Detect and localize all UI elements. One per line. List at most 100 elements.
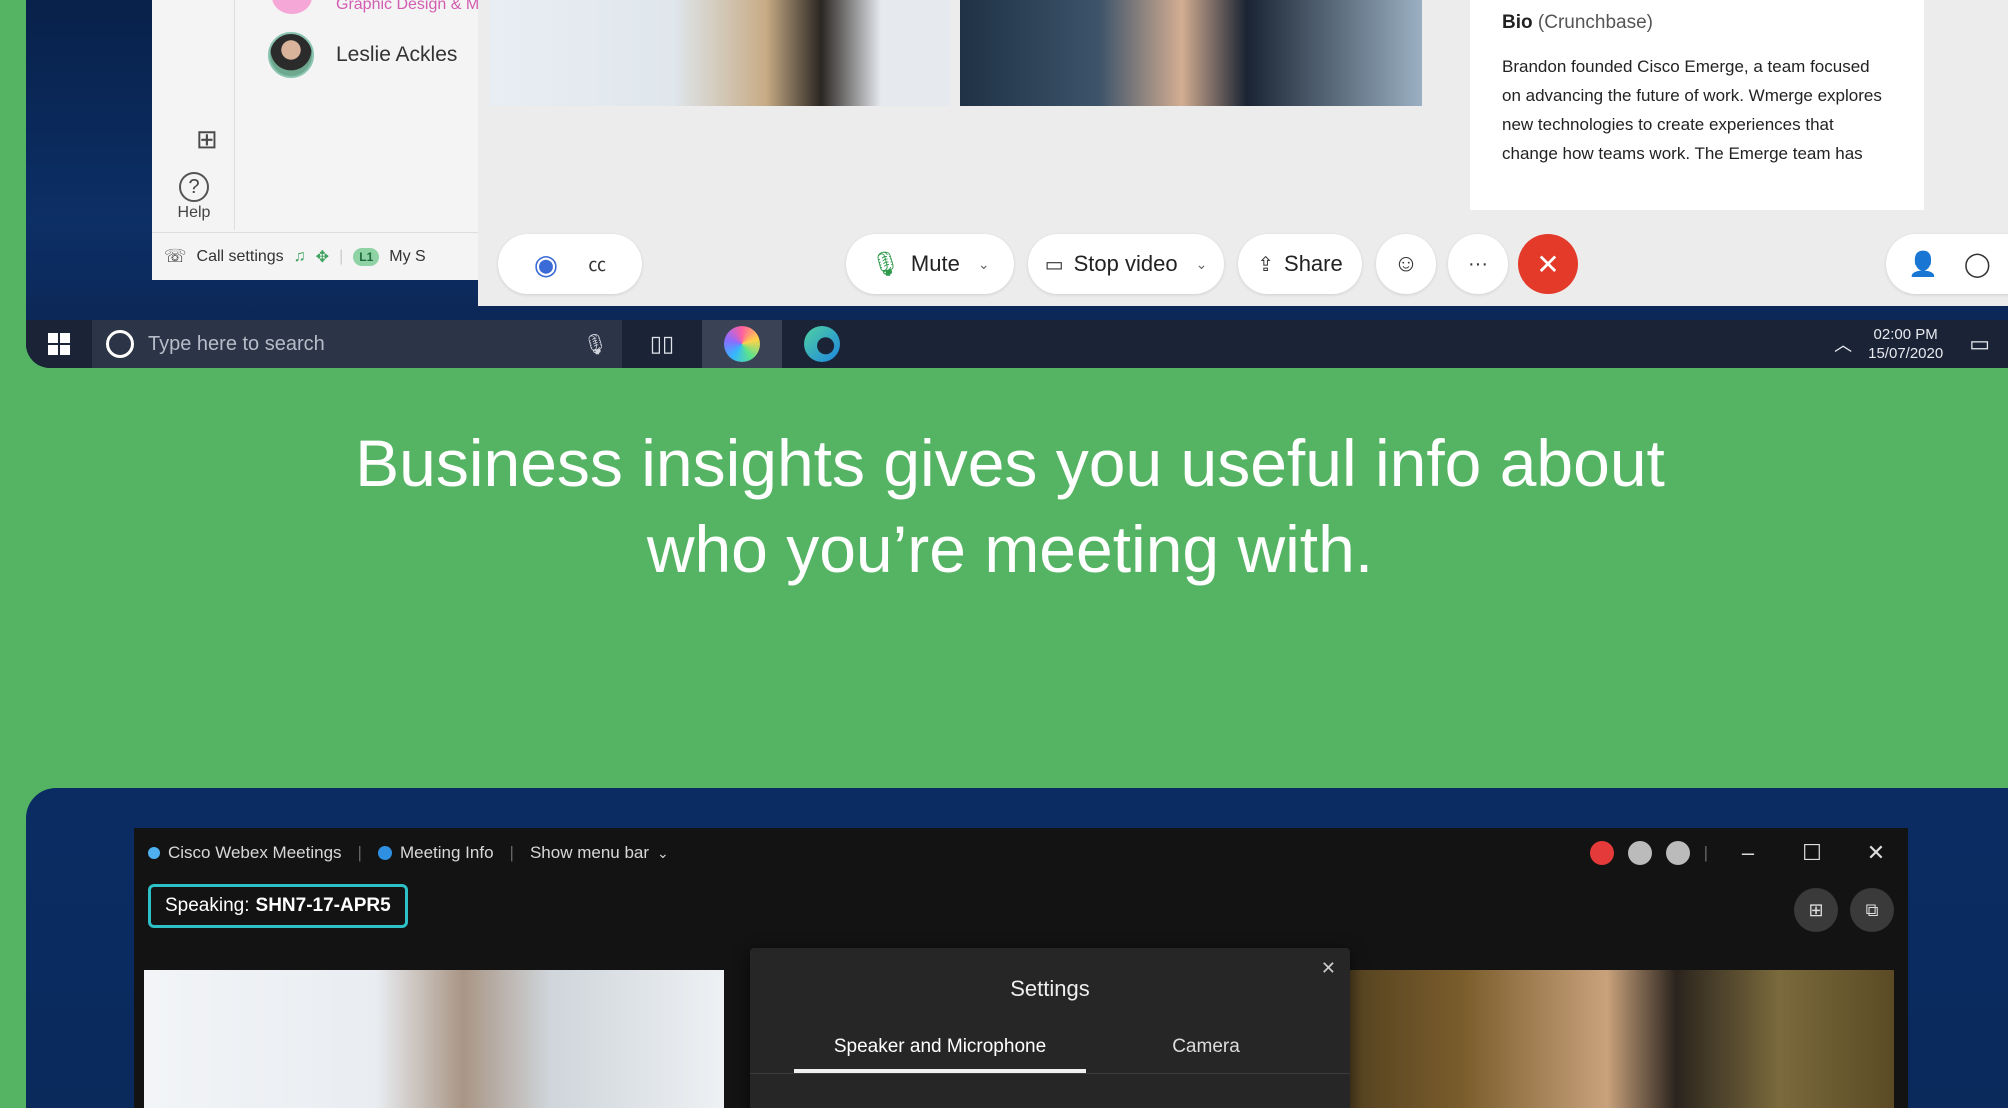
video-tile-participant-1[interactable] — [490, 0, 950, 106]
share-button[interactable]: ⇪ Share — [1238, 234, 1362, 294]
clock[interactable]: 02:00 PM 15/07/2020 — [1868, 325, 1943, 363]
view-controls: ⊞ ⧉ — [1794, 888, 1894, 932]
tab-camera[interactable]: Camera — [1086, 1030, 1326, 1073]
speaking-label: Speaking: — [165, 895, 250, 916]
info-icon — [377, 846, 392, 860]
bottom-screenshot: Cisco Webex Meetings | Meeting Info | Sh… — [26, 788, 2008, 1108]
closed-captions-icon[interactable]: ㏄ — [588, 251, 606, 277]
title-bar: Cisco Webex Meetings | Meeting Info | Sh… — [134, 828, 1908, 878]
rail-divider — [234, 0, 235, 230]
assistant-cc-group: ◉ ㏄ — [498, 234, 642, 294]
chevron-up-icon[interactable]: ︿ — [1834, 331, 1852, 357]
more-horizontal-icon: ··· — [1468, 252, 1488, 275]
help-icon: ? — [179, 172, 209, 202]
teams-panel: Graphic Design & Mar ⊞ ? Help Leslie Ack… — [152, 0, 504, 280]
chevron-down-icon[interactable]: ⌄ — [1196, 256, 1208, 273]
settings-title: Settings — [1010, 976, 1090, 1001]
microphone-icon: 🎙 — [870, 250, 901, 278]
bio-title: Bio — [1502, 12, 1533, 33]
system-tray: ︿ 02:00 PM 15/07/2020 ▭ — [1834, 320, 2008, 368]
phone-settings-icon: ☏ — [164, 246, 187, 266]
task-view-icon[interactable]: ▯▯ — [622, 320, 702, 368]
share-label: Share — [1284, 251, 1343, 276]
meeting-controls: ◉ ㏄ 🎙 Mute ⌄ ▭ Stop video ⌄ ⇪ Share ☺ ··… — [478, 234, 2008, 294]
settings-dialog: ✕ Settings Speaker and Microphone Camera — [750, 948, 1350, 1108]
call-settings-label[interactable]: Call settings — [197, 248, 284, 266]
separator: | — [1703, 843, 1708, 862]
bio-text: Brandon founded Cisco Emerge, a team foc… — [1502, 57, 1882, 163]
chevron-down-icon[interactable]: ⌄ — [978, 256, 990, 273]
window-controls: | – ☐ ✕ — [1589, 828, 1908, 878]
video-tile-participant-1[interactable] — [144, 970, 724, 1108]
bio-source: (Crunchbase) — [1537, 12, 1653, 33]
separator: | — [339, 247, 344, 265]
clock-time: 02:00 PM — [1873, 326, 1938, 343]
microphone-icon[interactable]: 🎙 — [583, 332, 608, 357]
settings-tabs: Speaker and Microphone Camera — [750, 1030, 1350, 1074]
grid-view-icon[interactable]: ⊞ — [1794, 888, 1838, 932]
caption-line-1: Business insights gives you useful info … — [355, 426, 1665, 500]
tab-speaker-and-microphone[interactable]: Speaker and Microphone — [794, 1030, 1086, 1073]
business-insights-bio-card: Bio (Crunchbase) Brandon founded Cisco E… — [1470, 0, 1924, 210]
end-call-button[interactable]: ✕ — [1518, 234, 1578, 294]
meeting-window-dark: Cisco Webex Meetings | Meeting Info | Sh… — [134, 828, 1908, 1108]
edge-taskbar-button[interactable] — [782, 320, 862, 368]
chat-icon[interactable]: ◯ — [1964, 250, 1991, 279]
my-status-label[interactable]: My S — [389, 248, 425, 266]
top-screenshot: Graphic Design & Mar ⊞ ? Help Leslie Ack… — [26, 0, 2008, 368]
start-button[interactable] — [26, 320, 92, 368]
help-button[interactable]: ? Help — [172, 172, 216, 222]
participants-icon[interactable]: 👤 — [1908, 250, 1938, 279]
clock-date: 15/07/2020 — [1868, 345, 1944, 362]
help-label: Help — [177, 204, 211, 221]
meeting-window: Bio (Crunchbase) Brandon founded Cisco E… — [478, 0, 2008, 306]
contact-name: Leslie Ackles — [336, 43, 458, 66]
avatar — [268, 32, 314, 78]
contact-item[interactable]: Leslie Ackles — [268, 32, 457, 78]
caption-line-2: who you’re meeting with. — [646, 512, 1374, 586]
popout-icon[interactable]: ⧉ — [1850, 888, 1894, 932]
microphone-icon[interactable]: ✥ — [316, 247, 329, 267]
compass-icon[interactable] — [1665, 841, 1690, 865]
separator: | — [509, 843, 514, 862]
panels-group: 👤 ◯ ··· — [1886, 234, 2008, 294]
video-camera-icon: ▭ — [1044, 253, 1064, 276]
headset-icon[interactable]: ♫ — [294, 248, 306, 266]
webex-logo-icon — [724, 326, 760, 362]
mute-label: Mute — [910, 251, 960, 276]
reactions-button[interactable]: ☺ — [1376, 234, 1436, 294]
app-name: Cisco Webex Meetings — [168, 843, 342, 862]
apps-grid-icon[interactable]: ⊞ — [196, 124, 218, 155]
webex-assistant-icon[interactable]: ◉ — [534, 248, 558, 281]
taskbar-search[interactable]: Type here to search 🎙 — [92, 320, 622, 368]
meeting-info-link[interactable]: Meeting Info — [400, 843, 494, 863]
webex-status-icon — [148, 847, 160, 859]
recording-icon[interactable] — [1589, 841, 1614, 865]
caption: Business insights gives you useful info … — [0, 420, 2008, 592]
more-options-button[interactable]: ··· — [1448, 234, 1508, 294]
smiley-icon: ☺ — [1393, 250, 1419, 277]
bio-heading: Bio (Crunchbase) — [1502, 12, 1892, 34]
cortana-icon — [106, 330, 134, 358]
minimize-icon[interactable]: – — [1716, 840, 1780, 866]
stop-video-button[interactable]: ▭ Stop video ⌄ — [1028, 234, 1224, 294]
stop-video-label: Stop video — [1073, 251, 1178, 276]
mute-button[interactable]: 🎙 Mute ⌄ — [846, 234, 1014, 294]
edge-logo-icon — [804, 326, 840, 362]
music-icon[interactable] — [1627, 841, 1652, 865]
status-badge: L1 — [353, 247, 380, 266]
windows-taskbar: Type here to search 🎙 ▯▯ ︿ 02:00 PM 15/0… — [26, 320, 2008, 368]
close-icon[interactable]: ✕ — [1844, 840, 1908, 866]
webex-taskbar-button[interactable] — [702, 320, 782, 368]
contact-subtitle-partial: Graphic Design & Mar — [336, 0, 494, 13]
video-tile-participant-2[interactable] — [960, 0, 1422, 106]
video-tile-participant-2[interactable] — [1320, 970, 1894, 1108]
chevron-down-icon[interactable]: ⌄ — [657, 845, 669, 862]
notification-icon[interactable]: ▭ — [1969, 331, 1990, 357]
contact-avatar-partial — [272, 0, 312, 14]
maximize-icon[interactable]: ☐ — [1780, 840, 1844, 866]
share-icon: ⇪ — [1257, 253, 1275, 276]
separator: | — [357, 843, 362, 862]
active-speaker-badge: Speaking: SHN7-17-APR5 — [148, 884, 408, 928]
show-menu-bar-button[interactable]: Show menu bar — [530, 843, 649, 863]
